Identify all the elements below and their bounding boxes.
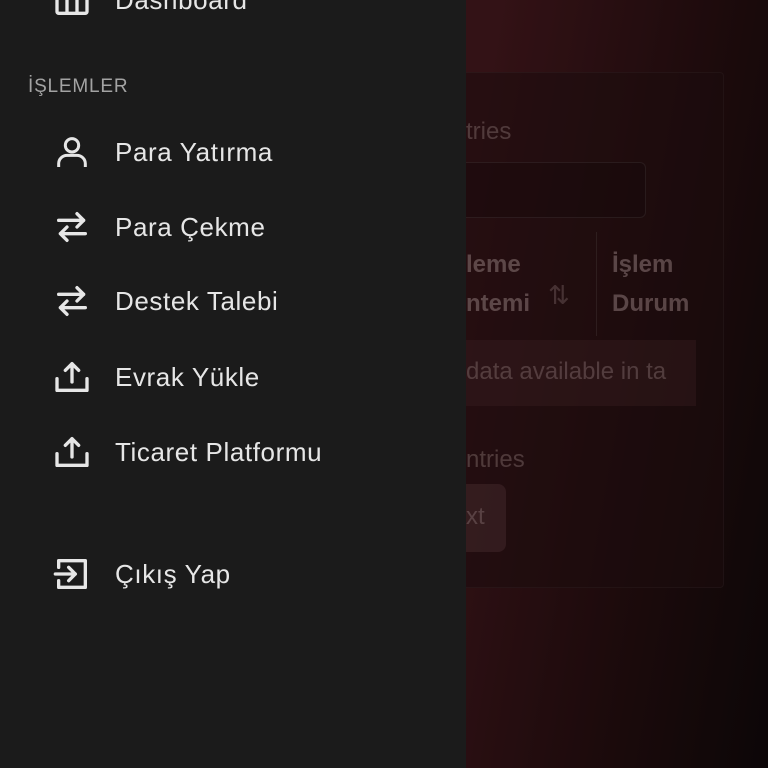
nav-item-para-yatirma[interactable]: Para Yatırma [0,122,466,182]
nav-item-label: Para Yatırma [115,136,273,167]
nav-item-label: Destek Talebi [115,285,279,316]
navigation-drawer: Dashboard İŞLEMLER Para Yatırma Para Çek… [0,0,466,768]
nav-item-dashboard[interactable]: Dashboard [0,0,466,30]
nav-item-label: Para Çekme [115,211,266,242]
nav-item-evrak-yukle[interactable]: Evrak Yükle [0,347,466,407]
section-header-islemler: İŞLEMLER [28,76,129,97]
swap-arrows-icon [52,207,92,247]
swap-arrows-icon [52,281,92,321]
upload-icon [52,357,92,397]
user-icon [52,132,92,172]
upload-icon [52,432,92,472]
logout-icon [52,554,92,594]
nav-item-label: Çıkış Yap [115,558,231,589]
nav-item-para-cekme[interactable]: Para Çekme [0,197,466,257]
nav-item-destek-talebi[interactable]: Destek Talebi [0,271,466,331]
nav-item-label: Dashboard [115,0,248,16]
grid-icon [52,0,92,20]
nav-item-label: Evrak Yükle [115,361,260,392]
nav-item-cikis-yap[interactable]: Çıkış Yap [0,544,466,604]
nav-item-ticaret-platformu[interactable]: Ticaret Platformu [0,422,466,482]
nav-item-label: Ticaret Platformu [115,436,323,467]
